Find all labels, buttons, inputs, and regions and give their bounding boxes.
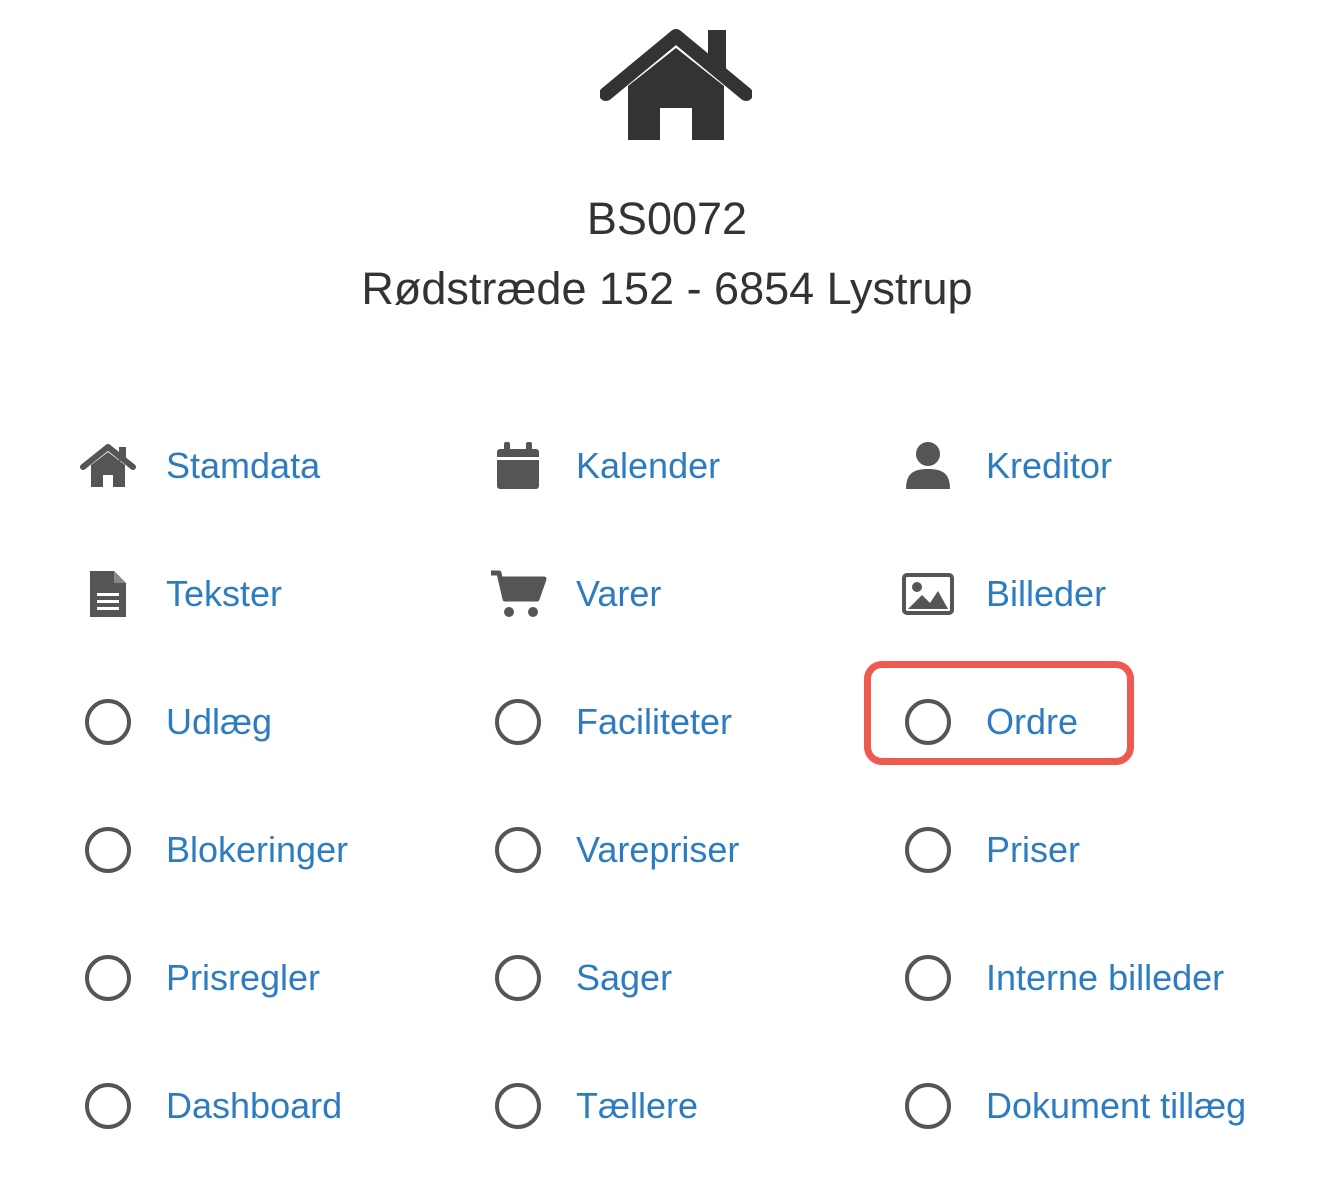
menu-item-label: Stamdata: [166, 445, 321, 486]
menu-item-label: Dashboard: [166, 1085, 343, 1126]
circle-icon: [78, 1076, 138, 1136]
circle-icon: [78, 948, 138, 1008]
property-id: BS0072: [586, 193, 748, 244]
menu-item-label: Udlæg: [166, 701, 273, 742]
menu-item-faciliteter[interactable]: Faciliteter: [488, 692, 732, 752]
circle-icon: [488, 1076, 548, 1136]
menu-item-udlaeg[interactable]: Udlæg: [78, 692, 272, 752]
menu-item-label: Blokeringer: [166, 829, 349, 870]
menu-item-label: Sager: [576, 957, 673, 998]
menu-item-kreditor[interactable]: Kreditor: [898, 436, 1112, 496]
menu-item-label: Prisregler: [166, 957, 321, 998]
user-icon: [898, 436, 958, 496]
menu-item-taellere[interactable]: Tællere: [488, 1076, 698, 1136]
menu-item-label: Kreditor: [986, 445, 1113, 486]
circle-icon: [488, 692, 548, 752]
circle-icon: [78, 820, 138, 880]
menu-item-kalender[interactable]: Kalender: [488, 436, 720, 496]
menu-item-dashboard[interactable]: Dashboard: [78, 1076, 342, 1136]
menu-item-priser[interactable]: Priser: [898, 820, 1080, 880]
circle-icon: [488, 820, 548, 880]
cart-icon: [488, 564, 548, 624]
menu-item-dokument-tillaeg[interactable]: Dokument tillæg: [898, 1076, 1246, 1136]
circle-icon: [488, 948, 548, 1008]
menu-item-label: Faciliteter: [576, 701, 733, 742]
menu-item-label: Tekster: [166, 573, 283, 614]
menu-item-blokeringer[interactable]: Blokeringer: [78, 820, 348, 880]
circle-icon: [898, 820, 958, 880]
calendar-icon: [488, 436, 548, 496]
circle-icon: [898, 1076, 958, 1136]
menu-item-varer[interactable]: Varer: [488, 564, 661, 624]
menu-item-label: Varepriser: [576, 829, 740, 870]
document-icon: [78, 564, 138, 624]
circle-icon: [78, 692, 138, 752]
menu-item-prisregler[interactable]: Prisregler: [78, 948, 320, 1008]
home-icon: [78, 436, 138, 496]
menu-item-varepriser[interactable]: Varepriser: [488, 820, 739, 880]
menu-item-billeder[interactable]: Billeder: [898, 564, 1106, 624]
menu-item-stamdata[interactable]: Stamdata: [78, 436, 320, 496]
menu-item-label: Billeder: [986, 573, 1107, 614]
highlight-box: [864, 661, 1134, 765]
menu-item-label: Kalender: [576, 445, 721, 486]
menu-item-label: Priser: [986, 829, 1081, 870]
menu-item-interne-billeder[interactable]: Interne billeder: [898, 948, 1224, 1008]
menu-item-label: Interne billeder: [986, 957, 1225, 998]
menu-item-label: Varer: [576, 573, 662, 614]
menu-item-tekster[interactable]: Tekster: [78, 564, 282, 624]
image-icon: [898, 564, 958, 624]
property-address: Rødstræde 152 - 6854 Lystrup: [361, 263, 973, 314]
menu-item-sager[interactable]: Sager: [488, 948, 672, 1008]
menu-item-label: Dokument tillæg: [986, 1085, 1247, 1126]
menu-item-label: Tællere: [576, 1085, 699, 1126]
circle-icon: [898, 948, 958, 1008]
house-icon: [600, 24, 752, 144]
